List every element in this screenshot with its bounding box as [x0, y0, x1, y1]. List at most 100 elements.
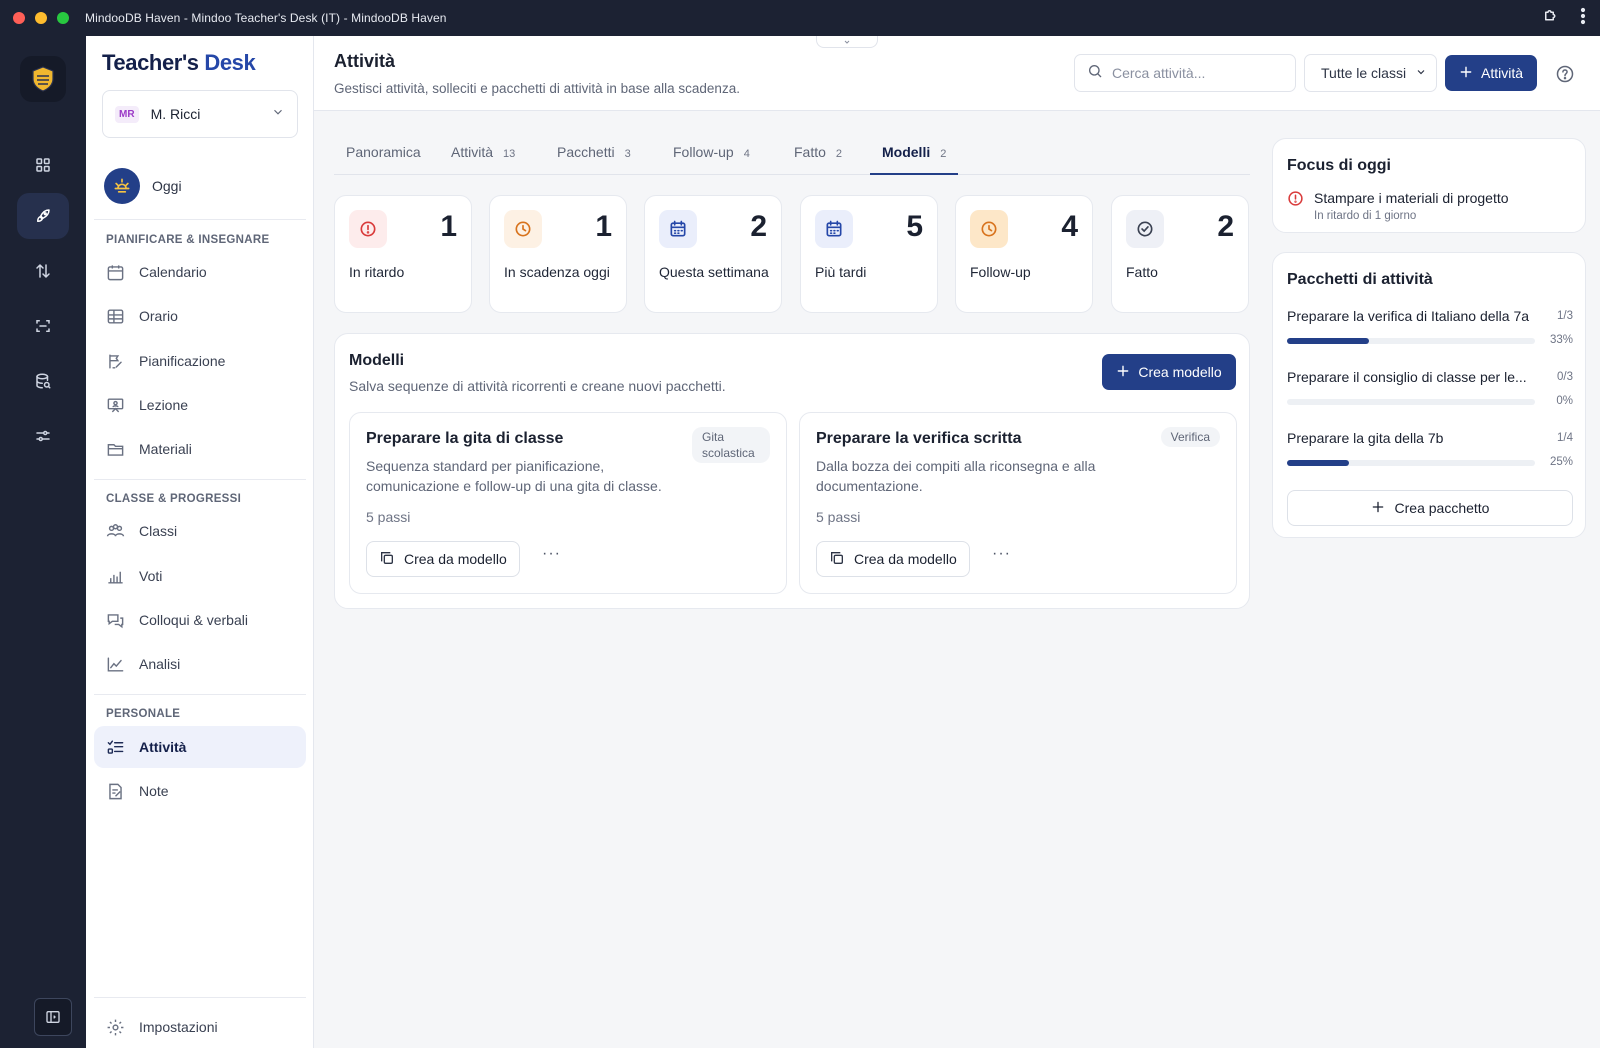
kebab-menu-icon[interactable]: [1580, 7, 1586, 30]
divider: [94, 479, 306, 480]
stat-card-done[interactable]: 2 Fatto: [1111, 195, 1249, 313]
sidebar-item-label: Oggi: [152, 178, 182, 194]
bundle-item[interactable]: Preparare la gita della 7b 1/4 25%: [1287, 430, 1573, 468]
database-search-icon[interactable]: [17, 358, 69, 404]
stat-value: 5: [906, 210, 923, 243]
bundle-progress-track: [1287, 338, 1535, 344]
sidebar-item-attivita[interactable]: Attività: [94, 726, 306, 768]
more-options-icon[interactable]: ···: [542, 545, 561, 563]
bundle-name: Preparare la gita della 7b: [1287, 430, 1444, 446]
sync-arrows-icon[interactable]: [17, 248, 69, 294]
tab-pacchetti[interactable]: Pacchetti 3: [545, 139, 643, 175]
create-from-template-button[interactable]: Crea da modello: [366, 541, 520, 577]
maximize-window-button[interactable]: [57, 12, 69, 24]
plus-icon: [1116, 364, 1130, 381]
focus-card: Focus di oggi Stampare i materiali di pr…: [1272, 138, 1586, 233]
template-card[interactable]: Preparare la gita di classe Gita scolast…: [349, 412, 787, 594]
new-activity-button[interactable]: Attività: [1445, 55, 1537, 91]
clock-icon: [504, 210, 542, 248]
button-label: Crea da modello: [404, 551, 507, 567]
templates-panel: Modelli Salva sequenze di attività ricor…: [334, 333, 1250, 609]
stat-card-overdue[interactable]: 1 In ritardo: [334, 195, 472, 313]
bundle-item[interactable]: Preparare il consiglio di classe per le.…: [1287, 369, 1573, 407]
sidebar-item-lezione[interactable]: Lezione: [94, 384, 306, 426]
class-filter-select[interactable]: Tutte le classi: [1304, 54, 1437, 92]
template-steps: 5 passi: [366, 509, 411, 525]
dashboard-icon[interactable]: [17, 142, 69, 188]
app-rail: [0, 36, 86, 1048]
calendar-icon: [659, 210, 697, 248]
help-icon[interactable]: [1555, 64, 1575, 89]
template-card[interactable]: Preparare la verifica scritta Verifica D…: [799, 412, 1237, 594]
bundle-item[interactable]: Preparare la verifica di Italiano della …: [1287, 308, 1573, 346]
stat-card-due-today[interactable]: 1 In scadenza oggi: [489, 195, 627, 313]
calendar-icon: [815, 210, 853, 248]
copy-icon: [829, 550, 845, 569]
tab-attivita[interactable]: Attività 13: [439, 139, 527, 175]
bundles-card: Pacchetti di attività Preparare la verif…: [1272, 252, 1586, 538]
user-switcher[interactable]: MR M. Ricci: [102, 90, 298, 138]
brand-title: Teacher's Desk: [102, 50, 256, 75]
search-icon: [1087, 63, 1103, 84]
divider: [94, 219, 306, 220]
more-options-icon[interactable]: ···: [992, 545, 1011, 563]
scan-icon[interactable]: [17, 303, 69, 349]
stat-label: Più tardi: [815, 264, 867, 280]
collapse-header-button[interactable]: [816, 36, 878, 48]
user-name: M. Ricci: [150, 106, 201, 122]
stat-card-follow-up[interactable]: 4 Follow-up: [955, 195, 1093, 313]
sidebar-item-note[interactable]: Note: [94, 770, 306, 812]
create-bundle-button[interactable]: Crea pacchetto: [1287, 490, 1573, 526]
chevron-down-icon: [1415, 65, 1427, 81]
create-from-template-button[interactable]: Crea da modello: [816, 541, 970, 577]
stat-value: 4: [1061, 210, 1078, 243]
sliders-icon[interactable]: [17, 413, 69, 459]
focus-task-title: Stampare i materiali di progetto: [1314, 190, 1509, 206]
sidebar-item-materiali[interactable]: Materiali: [94, 428, 306, 470]
chevron-down-icon: [271, 105, 285, 124]
create-template-button[interactable]: Crea modello: [1102, 354, 1236, 390]
sidebar-toggle-button[interactable]: [34, 998, 72, 1036]
sidebar-item-analisi[interactable]: Analisi: [94, 643, 306, 685]
bundle-percent: 0%: [1556, 395, 1573, 407]
stat-card-this-week[interactable]: 2 Questa settimana: [644, 195, 782, 313]
tab-modelli[interactable]: Modelli 2: [870, 139, 959, 175]
tab-label: Follow-up: [673, 144, 734, 160]
sidebar-item-classi[interactable]: Classi: [94, 510, 306, 552]
extension-icon[interactable]: [1542, 7, 1560, 30]
sidebar-item-label: Lezione: [139, 397, 189, 413]
search-box[interactable]: [1074, 54, 1296, 92]
sidebar-item-settings[interactable]: Impostazioni: [94, 1006, 306, 1048]
tab-follow-up[interactable]: Follow-up 4: [661, 139, 762, 175]
sidebar-item-label: Note: [139, 783, 169, 799]
sidebar-item-calendario[interactable]: Calendario: [94, 251, 306, 293]
minimize-window-button[interactable]: [35, 12, 47, 24]
plus-icon: [1371, 500, 1385, 517]
sidebar-item-voti[interactable]: Voti: [94, 555, 306, 597]
close-window-button[interactable]: [13, 12, 25, 24]
template-description: Sequenza standard per pianificazione, co…: [366, 458, 662, 494]
copy-icon: [379, 550, 395, 569]
search-input[interactable]: [1112, 65, 1282, 81]
sidebar-item-label: Orario: [139, 308, 178, 324]
sidebar-item-colloqui[interactable]: Colloqui & verbali: [94, 599, 306, 641]
sidebar-item-label: Materiali: [139, 441, 192, 457]
bundle-progress-track: [1287, 399, 1535, 405]
sidebar-item-today[interactable]: Oggi: [104, 168, 182, 204]
sidebar-item-label: Calendario: [139, 264, 207, 280]
tab-label: Modelli: [882, 144, 931, 160]
stat-value: 2: [1217, 210, 1234, 243]
stat-card-later[interactable]: 5 Più tardi: [800, 195, 938, 313]
sidebar-item-orario[interactable]: Orario: [94, 295, 306, 337]
tab-fatto[interactable]: Fatto 2: [782, 139, 854, 175]
tab-count: 3: [624, 148, 631, 160]
focus-task[interactable]: Stampare i materiali di progetto In rita…: [1287, 190, 1509, 222]
app-logo-icon: [20, 56, 66, 102]
rocket-icon[interactable]: [17, 193, 69, 239]
bundle-fraction: 1/4: [1557, 432, 1573, 444]
template-title: Preparare la gita di classe: [366, 430, 564, 447]
sidebar-item-pianificazione[interactable]: Pianificazione: [94, 340, 306, 382]
stat-value: 1: [440, 210, 457, 243]
tab-panoramica[interactable]: Panoramica: [334, 139, 433, 175]
stat-label: Questa settimana: [659, 264, 769, 280]
